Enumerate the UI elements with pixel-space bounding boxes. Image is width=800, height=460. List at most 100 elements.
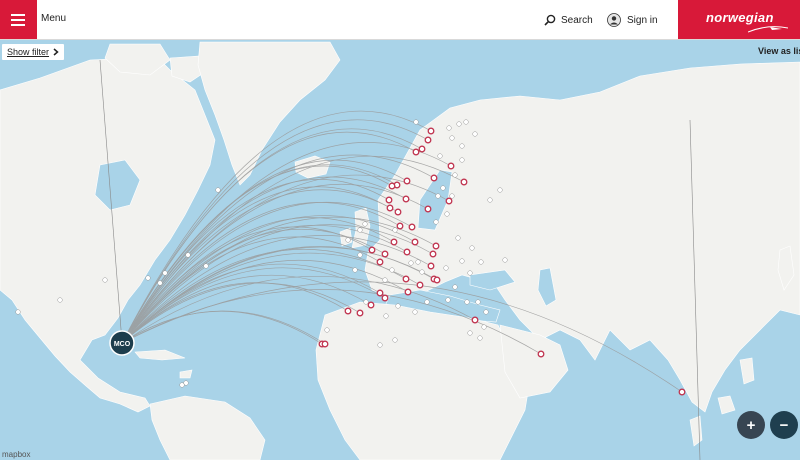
destination-ring[interactable] (537, 350, 545, 358)
destination-dot[interactable] (424, 299, 430, 305)
destination-ring[interactable] (445, 197, 453, 205)
destination-ring[interactable] (321, 340, 329, 348)
destination-ring[interactable] (386, 204, 394, 212)
destination-ring[interactable] (408, 223, 416, 231)
search-link[interactable]: Search (544, 11, 593, 29)
destination-ring[interactable] (394, 208, 402, 216)
destination-dot[interactable] (392, 337, 398, 343)
destination-ring[interactable] (403, 248, 411, 256)
destination-ring[interactable] (427, 262, 435, 270)
destination-ring[interactable] (424, 136, 432, 144)
destination-ring[interactable] (429, 250, 437, 258)
destination-ring[interactable] (381, 250, 389, 258)
destination-dot[interactable] (464, 299, 470, 305)
destination-ring[interactable] (381, 294, 389, 302)
zoom-out-button[interactable]: − (770, 411, 798, 439)
destination-ring[interactable] (433, 276, 441, 284)
destination-ring[interactable] (460, 178, 468, 186)
destination-dot[interactable] (415, 259, 421, 265)
destination-dot[interactable] (459, 143, 465, 149)
destination-ring[interactable] (376, 258, 384, 266)
destination-dot[interactable] (478, 259, 484, 265)
destination-ring[interactable] (430, 174, 438, 182)
destination-ring[interactable] (385, 196, 393, 204)
destination-dot[interactable] (324, 327, 330, 333)
destination-dot[interactable] (203, 263, 209, 269)
destination-dot[interactable] (145, 275, 151, 281)
destination-dot[interactable] (435, 193, 441, 199)
route-map[interactable]: MCO (0, 40, 800, 460)
destination-dot[interactable] (15, 309, 21, 315)
destination-dot[interactable] (419, 269, 425, 275)
destination-dot[interactable] (162, 270, 168, 276)
destination-dot[interactable] (444, 211, 450, 217)
menu-label[interactable]: Menu (41, 13, 66, 24)
destination-dot[interactable] (408, 260, 414, 266)
menu-button[interactable] (0, 0, 37, 39)
destination-dot[interactable] (389, 267, 395, 273)
destination-ring[interactable] (368, 246, 376, 254)
destination-ring[interactable] (396, 222, 404, 230)
destination-dot[interactable] (446, 125, 452, 131)
destination-dot[interactable] (445, 297, 451, 303)
show-filter-button[interactable]: Show filter (2, 44, 65, 60)
destination-dot[interactable] (102, 277, 108, 283)
destination-dot[interactable] (357, 252, 363, 258)
destination-dot[interactable] (463, 119, 469, 125)
destination-dot[interactable] (215, 187, 221, 193)
origin-marker[interactable]: MCO (109, 330, 135, 356)
destination-dot[interactable] (179, 382, 185, 388)
destination-dot[interactable] (443, 265, 449, 271)
destination-dot[interactable] (412, 309, 418, 315)
destination-dot[interactable] (413, 119, 419, 125)
zoom-in-button[interactable]: + (737, 411, 765, 439)
destination-ring[interactable] (424, 205, 432, 213)
destination-dot[interactable] (483, 309, 489, 315)
destination-ring[interactable] (411, 238, 419, 246)
destination-ring[interactable] (412, 148, 420, 156)
brand-logo[interactable]: norwegian (675, 0, 800, 39)
destination-dot[interactable] (352, 267, 358, 273)
destination-ring[interactable] (344, 307, 352, 315)
destination-dot[interactable] (452, 284, 458, 290)
destination-dot[interactable] (157, 280, 163, 286)
destination-dot[interactable] (357, 227, 363, 233)
destination-dot[interactable] (459, 258, 465, 264)
destination-ring[interactable] (471, 316, 479, 324)
destination-dot[interactable] (395, 303, 401, 309)
destination-dot[interactable] (467, 330, 473, 336)
destination-dot[interactable] (472, 131, 478, 137)
destination-dot[interactable] (185, 252, 191, 258)
destination-ring[interactable] (432, 242, 440, 250)
destination-ring[interactable] (447, 162, 455, 170)
destination-dot[interactable] (455, 235, 461, 241)
destination-ring[interactable] (404, 288, 412, 296)
destination-dot[interactable] (433, 219, 439, 225)
destination-dot[interactable] (449, 193, 455, 199)
destination-dot[interactable] (477, 335, 483, 341)
destination-ring[interactable] (427, 127, 435, 135)
destination-dot[interactable] (437, 153, 443, 159)
destination-dot[interactable] (502, 257, 508, 263)
destination-dot[interactable] (345, 237, 351, 243)
destination-dot[interactable] (467, 270, 473, 276)
destination-ring[interactable] (376, 289, 384, 297)
destination-dot[interactable] (497, 187, 503, 193)
destination-dot[interactable] (383, 313, 389, 319)
destination-dot[interactable] (452, 172, 458, 178)
destination-ring[interactable] (678, 388, 686, 396)
destination-dot[interactable] (363, 299, 369, 305)
destination-dot[interactable] (382, 277, 388, 283)
destination-ring[interactable] (390, 238, 398, 246)
destination-ring[interactable] (356, 309, 364, 317)
destination-dot[interactable] (459, 157, 465, 163)
destination-dot[interactable] (449, 135, 455, 141)
destination-ring[interactable] (416, 281, 424, 289)
destination-dot[interactable] (362, 221, 368, 227)
destination-dot[interactable] (57, 297, 63, 303)
destination-ring[interactable] (402, 275, 410, 283)
destination-ring[interactable] (418, 145, 426, 153)
sign-in-link[interactable]: Sign in (607, 11, 658, 29)
destination-dot[interactable] (475, 299, 481, 305)
destination-dot[interactable] (481, 324, 487, 330)
